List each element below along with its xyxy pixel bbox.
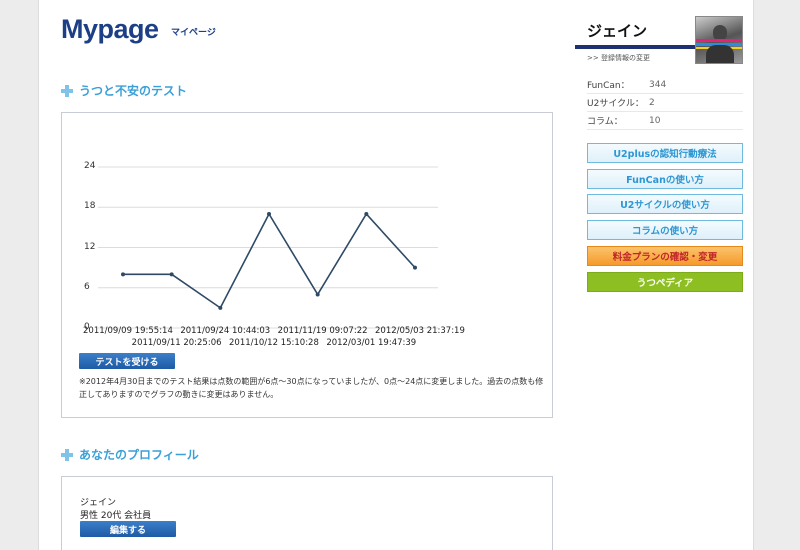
profile-section-title: あなたのプロフィール (79, 448, 199, 462)
mypage-logo-subtitle: マイページ (171, 28, 216, 38)
data-point (169, 272, 174, 277)
avatar (695, 16, 743, 64)
profile-name: ジェイン (80, 498, 117, 508)
profile-section-heading: あなたのプロフィール (61, 446, 199, 463)
test-section-title: うつと不安のテスト (79, 84, 188, 98)
x-tick-label: 2012/05/03 21:37:19 (375, 326, 465, 336)
stat-row-column: コラム： 10 (587, 112, 743, 130)
stat-label: コラム： (587, 117, 623, 127)
stat-label: FunCan： (587, 81, 630, 91)
link-utsupedia[interactable]: うつペディア (587, 272, 743, 292)
take-test-button[interactable]: テストを受ける (79, 353, 175, 369)
link-plan-check[interactable]: 料金プランの確認・変更 (587, 246, 743, 266)
x-tick-label: 2011/09/11 20:25:06 (131, 338, 222, 348)
x-tick-label: 2011/09/09 19:55:14 (83, 326, 173, 336)
link-u2cycle-howto[interactable]: U2サイクルの使い方 (587, 194, 743, 214)
edit-registration-link[interactable]: >> 登録情報の変更 (587, 53, 650, 63)
y-tick-label: 18 (84, 201, 96, 212)
y-tick-label: 12 (84, 241, 96, 252)
x-tick-label: 2012/03/01 19:47:39 (326, 338, 417, 348)
stat-value: 2 (649, 97, 655, 108)
page-container: Mypage マイページ うつと不安のテスト 0 6 12 18 24 2011/09/… (38, 0, 754, 550)
data-point (121, 272, 125, 277)
data-point (413, 265, 417, 270)
test-section-heading: うつと不安のテスト (61, 82, 187, 99)
sidebar-user-name: ジェイン (587, 22, 648, 40)
stat-value: 344 (649, 79, 667, 90)
x-tick-label: 2011/09/24 10:44:03 (180, 326, 271, 336)
stat-row-u2cycle: U2サイクル： 2 (587, 94, 743, 112)
link-funcan-howto[interactable]: FunCanの使い方 (587, 169, 743, 189)
link-column-howto[interactable]: コラムの使い方 (587, 220, 743, 240)
data-point (364, 211, 369, 216)
edit-profile-button[interactable]: 編集する (80, 521, 176, 537)
score-line-chart (98, 166, 438, 329)
x-tick-label: 2011/10/12 15:10:28 (229, 338, 319, 348)
x-tick-label: 2011/11/19 09:07:22 (277, 326, 368, 336)
profile-box: ジェイン 男性 20代 会社員 編集する (61, 476, 553, 550)
score-change-note: ※2012年4月30日までのテスト結果は点数の範囲が6点〜30点になっていました… (79, 377, 544, 399)
data-point (267, 211, 271, 216)
score-series-line (123, 212, 416, 310)
profile-info: 男性 20代 会社員 (80, 511, 152, 521)
plus-icon (61, 84, 73, 97)
stat-value: 10 (649, 115, 661, 126)
stat-row-funcan: FunCan： 344 (587, 76, 743, 94)
stat-label: U2サイクル： (587, 99, 644, 109)
y-tick-label: 6 (84, 281, 90, 292)
mypage-logo[interactable]: Mypage (61, 14, 159, 45)
data-point (315, 292, 320, 297)
test-chart-box: 0 6 12 18 24 2011/09/09 19:55:14 2011/09/11 2… (61, 112, 553, 418)
plus-icon (61, 448, 73, 461)
y-tick-label: 24 (84, 161, 96, 171)
link-u2plus-cbt[interactable]: U2plusの認知行動療法 (587, 143, 743, 163)
data-point (218, 305, 223, 310)
